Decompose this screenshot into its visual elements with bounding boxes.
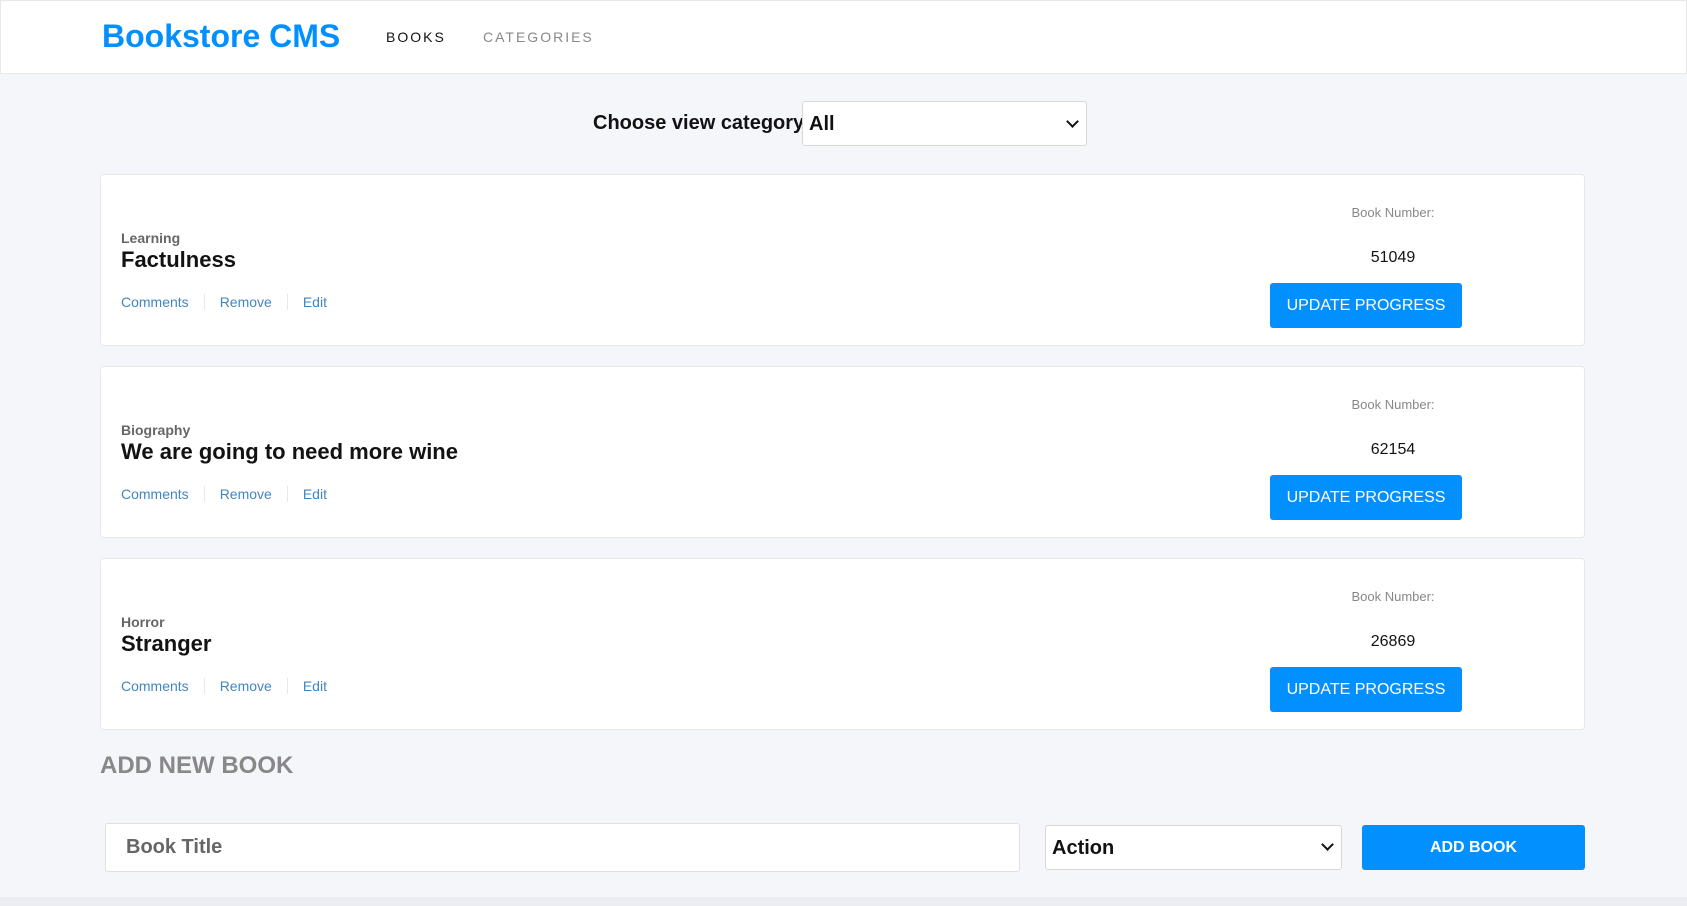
comments-button[interactable]: Comments — [121, 294, 189, 310]
category-filter: Choose view category: All — [0, 101, 1687, 146]
update-progress-button[interactable]: UPDATE PROGRESS — [1270, 283, 1462, 328]
chevron-down-icon — [1066, 115, 1079, 128]
category-selected-value: Action — [1052, 837, 1115, 859]
action-divider — [286, 294, 288, 310]
update-progress-button[interactable]: UPDATE PROGRESS — [1270, 667, 1462, 712]
book-number: 26869 — [1370, 633, 1416, 650]
book-title-input[interactable] — [105, 823, 1020, 872]
remove-button[interactable]: Remove — [220, 486, 272, 502]
action-divider — [286, 678, 288, 694]
edit-button[interactable]: Edit — [303, 486, 327, 502]
nav-categories[interactable]: CATEGORIES — [483, 29, 594, 45]
book-card: Learning Factulness Comments Remove Edit… — [100, 174, 1585, 346]
comments-button[interactable]: Comments — [121, 486, 189, 502]
book-category: Horror — [121, 614, 165, 630]
book-number-label: Book Number: — [1351, 397, 1435, 412]
action-divider — [203, 678, 205, 694]
book-title: Stranger — [121, 631, 212, 656]
update-progress-button[interactable]: UPDATE PROGRESS — [1270, 475, 1462, 520]
book-actions: Comments Remove Edit — [121, 293, 327, 311]
book-category-select[interactable]: Action — [1045, 825, 1342, 870]
comments-button[interactable]: Comments — [121, 678, 189, 694]
header: Bookstore CMS BOOKS CATEGORIES — [0, 0, 1687, 74]
book-card: Horror Stranger Comments Remove Edit Boo… — [100, 558, 1585, 730]
book-category: Biography — [121, 422, 191, 438]
book-number-label: Book Number: — [1351, 589, 1435, 604]
book-actions: Comments Remove Edit — [121, 485, 327, 503]
action-divider — [286, 486, 288, 502]
filter-label: Choose view category: — [593, 112, 811, 134]
edit-button[interactable]: Edit — [303, 678, 327, 694]
brand-logo[interactable]: Bookstore CMS — [102, 18, 340, 55]
add-book-heading: ADD NEW BOOK — [100, 752, 294, 779]
remove-button[interactable]: Remove — [220, 294, 272, 310]
book-number: 62154 — [1370, 441, 1416, 458]
book-title: Factulness — [121, 247, 236, 272]
add-book-button[interactable]: ADD BOOK — [1362, 825, 1585, 870]
filter-selected-value: All — [809, 113, 835, 135]
category-filter-select[interactable]: All — [802, 101, 1087, 146]
book-number: 51049 — [1370, 249, 1416, 266]
remove-button[interactable]: Remove — [220, 678, 272, 694]
book-category: Learning — [121, 230, 181, 246]
book-card: Biography We are going to need more wine… — [100, 366, 1585, 538]
chevron-down-icon — [1321, 838, 1334, 851]
action-divider — [203, 486, 205, 502]
nav-books[interactable]: BOOKS — [386, 29, 446, 45]
edit-button[interactable]: Edit — [303, 294, 327, 310]
page-bottom-edge — [0, 897, 1687, 906]
book-number-label: Book Number: — [1351, 205, 1435, 220]
book-title: We are going to need more wine — [121, 439, 458, 464]
action-divider — [203, 294, 205, 310]
book-actions: Comments Remove Edit — [121, 677, 327, 695]
